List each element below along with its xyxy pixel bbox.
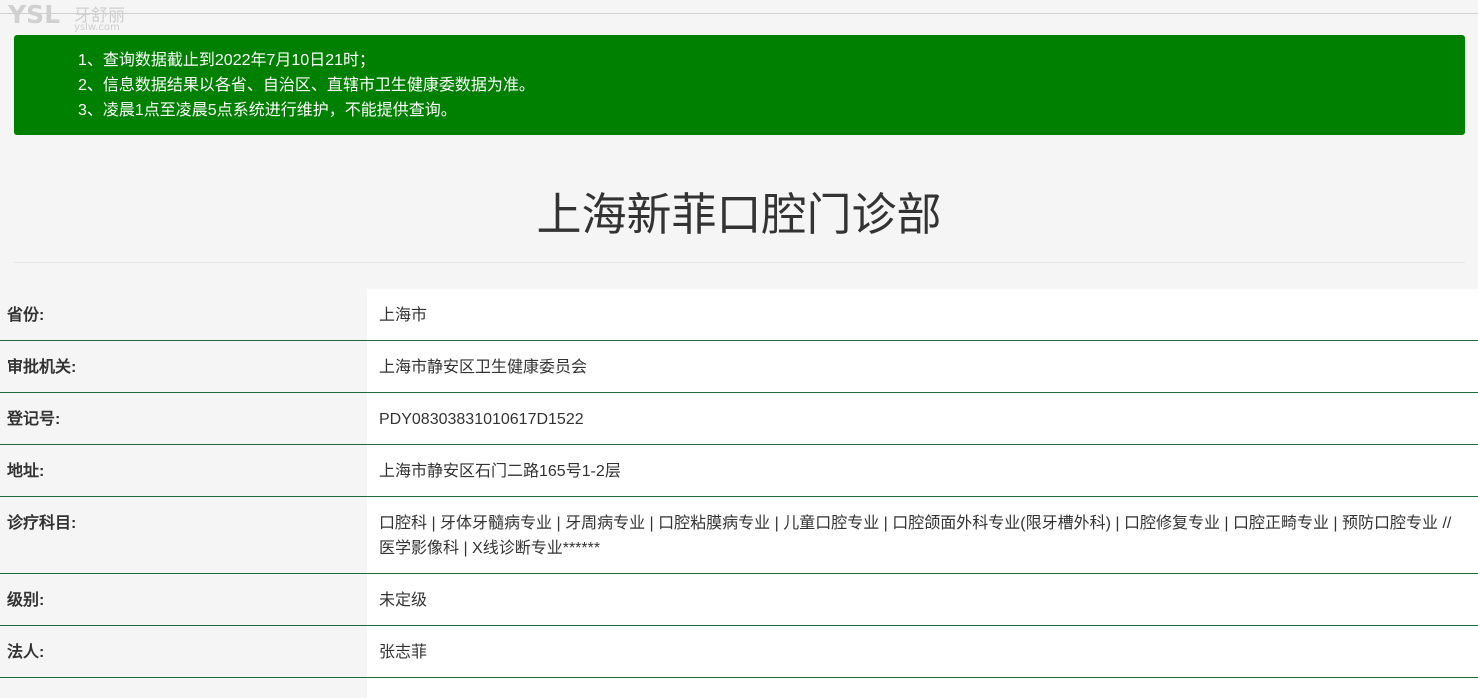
notice-banner: 1、查询数据截止到2022年7月10日21时； 2、信息数据结果以各省、自治区、…	[14, 35, 1465, 135]
info-label: 诊疗科目:	[0, 497, 367, 573]
info-row-legal-person: 法人: 张志菲	[0, 626, 1478, 678]
info-value: 上海市静安区卫生健康委员会	[367, 341, 1478, 392]
info-label: 地址:	[0, 445, 367, 496]
info-row-province: 省份: 上海市	[0, 289, 1478, 341]
info-row-next	[0, 678, 1478, 698]
info-label: 登记号:	[0, 393, 367, 444]
watermark-domain: yslw.com	[74, 22, 120, 33]
info-value-empty	[367, 678, 1478, 698]
info-row-departments: 诊疗科目: 口腔科 | 牙体牙髓病专业 | 牙周病专业 | 口腔粘膜病专业 | …	[0, 497, 1478, 574]
info-value: 张志菲	[367, 626, 1478, 677]
info-label: 省份:	[0, 289, 367, 340]
info-value: 上海市	[367, 289, 1478, 340]
info-label: 审批机关:	[0, 341, 367, 392]
info-value: PDY08303831010617D1522	[367, 393, 1478, 444]
title-divider	[14, 262, 1465, 263]
info-label: 法人:	[0, 626, 367, 677]
info-value: 上海市静安区石门二路165号1-2层	[367, 445, 1478, 496]
info-row-approval-authority: 审批机关: 上海市静安区卫生健康委员会	[0, 341, 1478, 393]
info-row-level: 级别: 未定级	[0, 574, 1478, 626]
notice-line-3: 3、凌晨1点至凌晨5点系统进行维护，不能提供查询。	[78, 102, 457, 119]
top-divider	[0, 13, 1478, 14]
info-row-address: 地址: 上海市静安区石门二路165号1-2层	[0, 445, 1478, 497]
notice-line-2: 2、信息数据结果以各省、自治区、直辖市卫生健康委数据为准。	[78, 77, 535, 94]
clinic-info-table: 省份: 上海市 审批机关: 上海市静安区卫生健康委员会 登记号: PDY0830…	[0, 289, 1478, 698]
watermark-brand: YSL	[8, 0, 61, 29]
info-label: 级别:	[0, 574, 367, 625]
notice-line-1: 1、查询数据截止到2022年7月10日21时；	[78, 52, 375, 69]
info-row-registration-number: 登记号: PDY08303831010617D1522	[0, 393, 1478, 445]
info-label-empty	[0, 678, 367, 698]
page-title: 上海新菲口腔门诊部	[536, 189, 942, 240]
info-value: 口腔科 | 牙体牙髓病专业 | 牙周病专业 | 口腔粘膜病专业 | 儿童口腔专业…	[367, 497, 1478, 573]
info-value: 未定级	[367, 574, 1478, 625]
